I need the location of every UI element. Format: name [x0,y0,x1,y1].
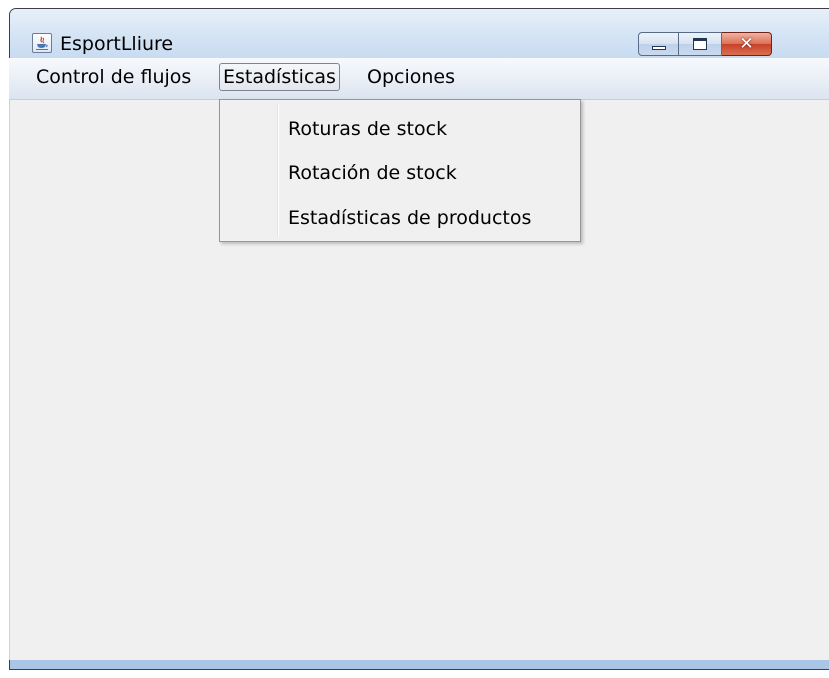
estadisticas-dropdown: Roturas de stock Rotación de stock Estad… [219,99,581,242]
menu-item-estadisticas-de-productos[interactable]: Estadísticas de productos [288,202,531,234]
menu-item-roturas-de-stock[interactable]: Roturas de stock [288,113,447,145]
menu-bar: Control de flujos Estadísticas Opciones [9,58,829,100]
menu-estadisticas[interactable]: Estadísticas [219,63,340,91]
menu-item-rotacion-de-stock[interactable]: Rotación de stock [288,157,457,189]
close-button[interactable]: ✕ [722,32,772,56]
minimize-icon [652,46,666,50]
java-coffee-icon [32,33,52,53]
caption-buttons: ✕ [638,32,772,56]
menu-control-de-flujos[interactable]: Control de flujos [33,63,194,91]
maximize-button[interactable] [679,32,722,56]
close-icon: ✕ [739,34,754,54]
menu-opciones[interactable]: Opciones [364,63,458,91]
minimize-button[interactable] [638,32,679,56]
menu-gutter-divider [277,104,279,237]
window-title: EsportLliure [60,33,174,55]
maximize-icon [693,38,707,50]
